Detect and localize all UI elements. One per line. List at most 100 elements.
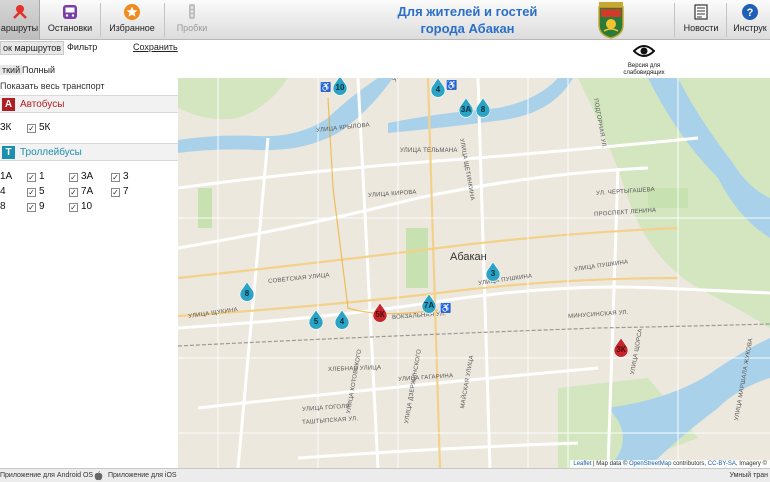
license-link[interactable]: CC-BY-SA bbox=[708, 461, 736, 467]
route-checkbox[interactable]: 8 bbox=[0, 201, 6, 212]
toolbar-divider bbox=[726, 3, 727, 37]
route-checkbox[interactable]: ✓ 5 bbox=[27, 186, 45, 197]
leaflet-link[interactable]: Leaflet bbox=[573, 461, 591, 467]
route-number: 3К bbox=[0, 122, 12, 133]
route-checkbox[interactable]: ✓ 3А bbox=[69, 171, 93, 182]
city-label: Абакан bbox=[450, 251, 487, 263]
checkbox-icon: ✓ bbox=[27, 203, 36, 212]
android-app-link[interactable]: Приложение для Android OS bbox=[0, 472, 93, 479]
routes-label: аршруты bbox=[0, 23, 39, 33]
toolbar-divider bbox=[674, 3, 675, 37]
title-line-1: Для жителей и гостей bbox=[397, 4, 538, 19]
checkbox-icon: ✓ bbox=[69, 203, 78, 212]
traffic-light-icon bbox=[189, 4, 195, 19]
bus-section-header[interactable]: А Автобусы bbox=[0, 95, 178, 113]
route-checkbox[interactable]: ✓ 7 bbox=[111, 186, 129, 197]
stops-button[interactable]: Остановки bbox=[46, 0, 94, 40]
ios-app-link[interactable]: Приложение для iOS bbox=[108, 472, 177, 479]
svg-text:?: ? bbox=[747, 7, 754, 19]
footer-right-text: Умный тран bbox=[729, 472, 768, 479]
route-checkbox[interactable]: 1А bbox=[0, 171, 12, 182]
city-emblem-icon bbox=[598, 2, 624, 39]
osm-link[interactable]: OpenStreetMap bbox=[629, 461, 671, 467]
route-number: 4 bbox=[0, 186, 6, 197]
checkbox-icon: ✓ bbox=[27, 173, 36, 182]
toolbar-divider bbox=[164, 3, 165, 37]
top-toolbar: аршруты Остановки Избранное Пробки Для ж… bbox=[0, 0, 770, 40]
route-number: 3 bbox=[123, 171, 129, 182]
attribution-text: , Imagery © bbox=[735, 461, 767, 467]
save-link[interactable]: Сохранить bbox=[133, 42, 178, 52]
route-checkbox[interactable]: 4 bbox=[0, 186, 6, 197]
marker-label: 10 bbox=[335, 83, 345, 92]
trolley-section-header[interactable]: Т Троллейбусы bbox=[0, 143, 178, 161]
accessible-icon: ♿ bbox=[446, 80, 458, 90]
traffic-label: Пробки bbox=[176, 23, 208, 33]
map-attribution: Leaflet | Map data © OpenStreetMap contr… bbox=[570, 460, 770, 468]
marker-label: 3 bbox=[490, 269, 496, 278]
instructions-button[interactable]: ? Инструк bbox=[730, 0, 770, 40]
marker-label: 3К bbox=[616, 345, 626, 354]
city-map[interactable]: УЛИЦА КРЫЛОВАУЛИЦА ТЕЛЬМАНАУЛИЦА КАТИ ТР… bbox=[178, 78, 770, 468]
tab-route-list[interactable]: ок маршрутов bbox=[0, 41, 65, 55]
traffic-button[interactable]: Пробки bbox=[170, 0, 214, 40]
route-checkbox[interactable]: ✓ 9 bbox=[27, 201, 45, 212]
route-number: 7А bbox=[81, 186, 94, 197]
checkbox-icon: ✓ bbox=[111, 173, 120, 182]
attribution-text: contributors, bbox=[671, 461, 708, 467]
trolley-marker[interactable]: 10 bbox=[332, 78, 348, 96]
route-number: 7 bbox=[123, 186, 129, 197]
eye-icon bbox=[632, 45, 656, 57]
route-number: 3А bbox=[81, 171, 94, 182]
trolley-marker[interactable]: 7А bbox=[421, 294, 437, 314]
help-icon: ? bbox=[742, 4, 758, 20]
route-checkbox[interactable]: 3К bbox=[0, 122, 11, 133]
routes-button[interactable]: аршруты bbox=[0, 0, 40, 40]
park bbox=[198, 188, 212, 228]
checkbox-icon: ✓ bbox=[27, 188, 36, 197]
tab-filter[interactable]: Фильтр bbox=[67, 42, 97, 52]
title-line-2: города Абакан bbox=[420, 21, 515, 36]
trolley-marker[interactable]: 4 bbox=[334, 310, 350, 330]
trolley-marker[interactable]: 3А bbox=[458, 98, 474, 118]
instructions-label: Инструк bbox=[733, 23, 767, 33]
marker-label: 4 bbox=[339, 317, 345, 326]
toolbar-divider bbox=[100, 3, 101, 37]
trolley-section-title: Троллейбусы bbox=[20, 147, 82, 158]
favorites-label: Избранное bbox=[109, 23, 155, 33]
bus-icon bbox=[63, 5, 77, 19]
trolley-marker[interactable]: 5 bbox=[308, 310, 324, 330]
routes-panel: ок маршрутов Фильтр Сохранить ткий Полны… bbox=[0, 40, 178, 468]
route-checkbox[interactable]: ✓ 5К bbox=[27, 122, 50, 133]
show-all-transport-link[interactable]: Показать весь транспорт bbox=[0, 81, 105, 91]
bus-marker[interactable]: 5К bbox=[372, 303, 388, 323]
vision-label-1: Версия для bbox=[627, 63, 661, 69]
favorites-button[interactable]: Избранное bbox=[106, 0, 158, 40]
route-checkbox[interactable]: ✓ 3 bbox=[111, 171, 129, 182]
street-label: УЛИЦА ТЕЛЬМАНА bbox=[400, 148, 458, 154]
low-vision-version-link[interactable]: Версия для слабовидящих bbox=[622, 44, 666, 80]
bus-marker[interactable]: 3К bbox=[613, 338, 629, 358]
marker-label: 3А bbox=[460, 105, 472, 114]
news-label: Новости bbox=[683, 23, 719, 33]
trolley-marker[interactable]: 8 bbox=[475, 98, 491, 118]
star-icon bbox=[124, 4, 140, 20]
vision-label-2: слабовидящих bbox=[623, 70, 665, 76]
checkbox-icon: ✓ bbox=[69, 188, 78, 197]
route-checkbox[interactable]: ✓ 1 bbox=[27, 171, 45, 182]
trolley-marker[interactable]: 4 bbox=[430, 78, 446, 98]
bus-badge-icon: А bbox=[2, 98, 15, 111]
route-number: 8 bbox=[0, 201, 6, 212]
route-checkbox[interactable]: ✓ 10 bbox=[69, 201, 92, 212]
news-button[interactable]: Новости bbox=[680, 0, 722, 40]
mode-short-button[interactable]: ткий bbox=[0, 65, 23, 75]
mode-full-button[interactable]: Полный bbox=[22, 65, 55, 75]
route-number: 9 bbox=[39, 201, 45, 212]
route-checkbox[interactable]: ✓ 7А bbox=[69, 186, 93, 197]
trolley-marker[interactable]: 3 bbox=[485, 262, 501, 282]
app-window: аршруты Остановки Избранное Пробки Для ж… bbox=[0, 0, 770, 482]
bus-section-title: Автобусы bbox=[20, 99, 65, 110]
route-number: 10 bbox=[81, 201, 93, 212]
checkbox-icon: ✓ bbox=[69, 173, 78, 182]
trolley-marker[interactable]: 8 bbox=[239, 282, 255, 302]
